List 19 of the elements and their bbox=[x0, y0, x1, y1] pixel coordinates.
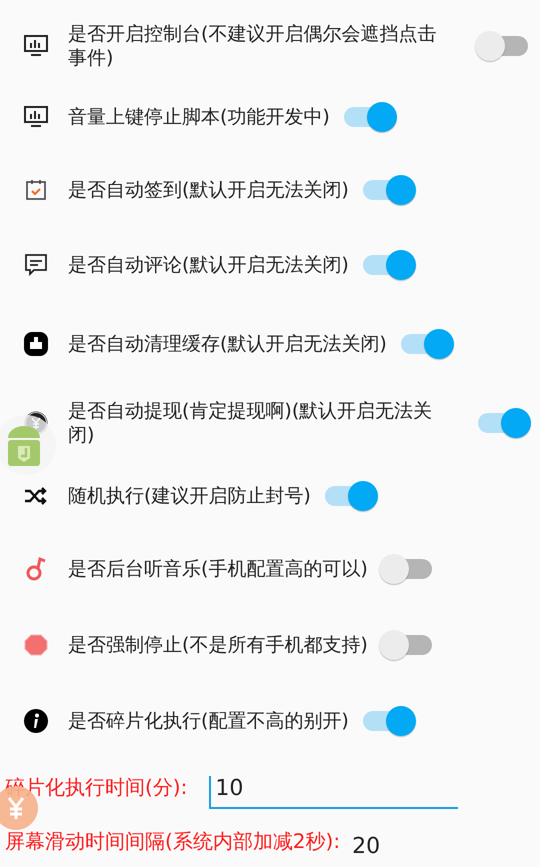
setting-label: 是否自动签到(默认开启无法关闭) bbox=[68, 178, 349, 202]
setting-label: 是否碎片化执行(配置不高的别开) bbox=[68, 709, 349, 733]
setting-label: 是否开启控制台(不建议开启偶尔会遮挡点击事件) bbox=[68, 22, 438, 70]
info-icon bbox=[23, 708, 49, 734]
monitor-chart-icon bbox=[23, 104, 49, 130]
setting-label: 随机执行(建议开启防止封号) bbox=[68, 484, 311, 508]
setting-label: 音量上键停止脚本(功能开发中) bbox=[68, 105, 330, 129]
setting-label: 是否自动提现(肯定提现啊)(默认开启无法关闭) bbox=[68, 399, 434, 447]
chat-bubble-icon bbox=[23, 252, 49, 278]
field-label: 屏幕滑动时间间隔(系统内部加减2秒): bbox=[5, 828, 340, 855]
setting-label: 是否强制停止(不是所有手机都支持) bbox=[68, 633, 368, 657]
stop-sign-icon bbox=[23, 632, 49, 658]
input-field[interactable]: 10 bbox=[209, 776, 458, 809]
setting-label: 是否自动评论(默认开启无法关闭) bbox=[68, 253, 349, 277]
input-field[interactable]: 20 bbox=[352, 834, 412, 863]
brush-icon bbox=[23, 331, 49, 357]
setting-label: 是否后台听音乐(手机配置高的可以) bbox=[68, 557, 368, 581]
monitor-chart-icon bbox=[23, 33, 49, 59]
setting-label: 是否自动清理缓存(默认开启无法关闭) bbox=[68, 332, 387, 356]
